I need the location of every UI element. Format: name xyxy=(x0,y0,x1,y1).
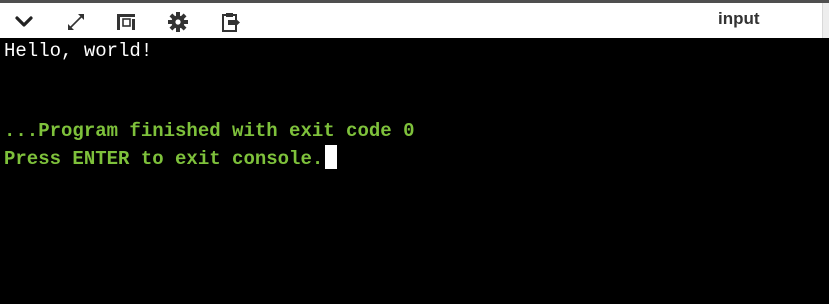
console-output-area[interactable]: Hello, world! ...Program finished with e… xyxy=(0,38,829,304)
toggle-layout-button[interactable] xyxy=(113,9,139,35)
collapse-console-button[interactable] xyxy=(11,9,37,35)
console-toolbar: input xyxy=(0,0,829,41)
press-enter-text: Press ENTER to exit console. xyxy=(4,148,324,170)
input-tab-label[interactable]: input xyxy=(718,9,760,29)
online-gdb-console: input Hello, world! ...Program finished … xyxy=(0,0,829,304)
maximize-console-button[interactable] xyxy=(63,9,89,35)
settings-button[interactable] xyxy=(165,9,191,35)
program-output-line: Hello, world! xyxy=(4,40,153,62)
share-output-button[interactable] xyxy=(217,9,243,35)
chevron-down-icon xyxy=(15,16,33,27)
console-cursor xyxy=(325,145,338,169)
clipboard-share-icon xyxy=(222,13,240,32)
gear-icon xyxy=(168,12,188,32)
toolbar-right-divider xyxy=(822,3,829,41)
press-enter-line: Press ENTER to exit console. xyxy=(4,145,338,173)
program-finished-line: ...Program finished with exit code 0 xyxy=(4,120,415,142)
layout-panel-icon xyxy=(117,14,135,30)
expand-arrows-icon xyxy=(68,14,84,30)
